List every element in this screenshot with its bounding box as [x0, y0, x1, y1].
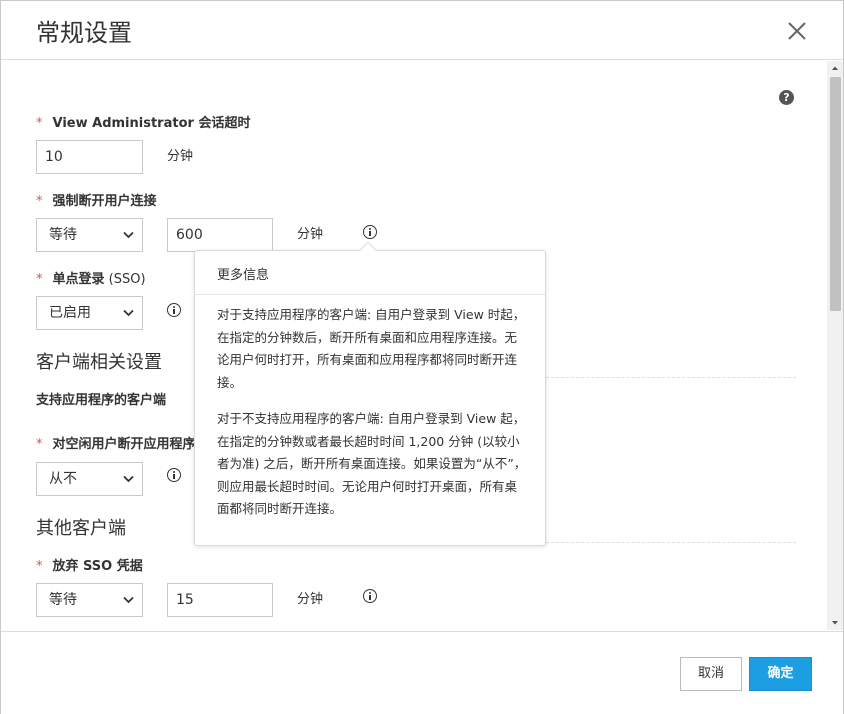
- dialog-footer: 取消 确定: [1, 631, 843, 714]
- more-info-popover: 更多信息 对于支持应用程序的客户端: 自用户登录到 View 时起，在指定的分钟…: [194, 241, 546, 546]
- discard-sso-select[interactable]: 等待: [36, 583, 143, 617]
- chevron-down-icon: [123, 231, 134, 239]
- close-icon[interactable]: [783, 17, 811, 45]
- other-clients-heading: 其他客户端: [36, 518, 126, 539]
- discard-sso-label: * 放弃 SSO 凭据: [36, 555, 143, 574]
- session-timeout-label-text: View Administrator 会话超时: [52, 116, 251, 131]
- sso-label-suffix: (SSO): [104, 272, 146, 287]
- popover-title: 更多信息: [217, 268, 270, 283]
- client-settings-heading: 客户端相关设置: [36, 352, 162, 373]
- required-mark: *: [36, 116, 43, 131]
- scroll-down-arrow-icon[interactable]: [827, 616, 843, 630]
- scroll-up-arrow-icon[interactable]: [827, 61, 843, 75]
- chevron-down-icon: [123, 596, 134, 604]
- required-mark: *: [36, 194, 43, 209]
- force-disconnect-minutes-input[interactable]: [167, 218, 273, 252]
- vertical-scrollbar[interactable]: [827, 61, 843, 630]
- session-timeout-unit: 分钟: [167, 149, 194, 164]
- idle-disconnect-select-value: 从不: [49, 471, 77, 487]
- chevron-down-icon: [123, 475, 134, 483]
- general-settings-dialog: 常规设置 ? * View Administrator 会话超时 分钟 * 强制断开…: [0, 0, 844, 714]
- cancel-button[interactable]: 取消: [680, 657, 742, 691]
- dialog-title: 常规设置: [36, 19, 132, 47]
- sso-label-text: 单点登录: [52, 272, 105, 287]
- section-divider: [546, 542, 796, 543]
- info-icon[interactable]: [363, 589, 377, 603]
- scrollbar-thumb[interactable]: [830, 77, 841, 311]
- discard-sso-label-text: 放弃 SSO 凭据: [52, 559, 143, 574]
- idle-disconnect-label: * 对空闲用户断开应用程序: [36, 433, 196, 452]
- info-icon[interactable]: [167, 303, 181, 317]
- force-disconnect-label-text: 强制断开用户连接: [52, 194, 157, 209]
- idle-disconnect-label-text: 对空闲用户断开应用程序: [52, 437, 196, 452]
- required-mark: *: [36, 437, 43, 452]
- discard-sso-unit: 分钟: [297, 592, 324, 607]
- sso-select[interactable]: 已启用: [36, 296, 143, 330]
- chevron-down-icon: [123, 309, 134, 317]
- info-icon[interactable]: [363, 225, 377, 239]
- ok-button[interactable]: 确定: [749, 657, 812, 691]
- force-disconnect-select[interactable]: 等待: [36, 218, 143, 252]
- required-mark: *: [36, 559, 43, 574]
- sso-select-value: 已启用: [49, 305, 91, 321]
- dialog-header: 常规设置: [1, 1, 843, 60]
- session-timeout-label: * View Administrator 会话超时: [36, 112, 250, 131]
- help-icon[interactable]: ?: [779, 90, 794, 105]
- discard-sso-minutes-input[interactable]: [167, 583, 273, 617]
- force-disconnect-unit: 分钟: [297, 227, 324, 242]
- section-divider: [546, 377, 796, 378]
- idle-disconnect-select[interactable]: 从不: [36, 462, 143, 496]
- sso-label: * 单点登录 (SSO): [36, 268, 146, 287]
- popover-paragraph-2: 对于不支持应用程序的客户端: 自用户登录到 View 起，在指定的分钟数或者最长…: [217, 411, 527, 516]
- force-disconnect-label: * 强制断开用户连接: [36, 190, 157, 209]
- required-mark: *: [36, 272, 43, 287]
- popover-separator: [195, 294, 545, 295]
- app-client-subheading: 支持应用程序的客户端: [36, 393, 167, 408]
- info-icon[interactable]: [167, 468, 181, 482]
- session-timeout-input[interactable]: [36, 140, 143, 174]
- popover-paragraph-1: 对于支持应用程序的客户端: 自用户登录到 View 时起，在指定的分钟数后，断开…: [217, 307, 526, 390]
- force-disconnect-select-value: 等待: [49, 227, 77, 243]
- discard-sso-select-value: 等待: [49, 592, 77, 608]
